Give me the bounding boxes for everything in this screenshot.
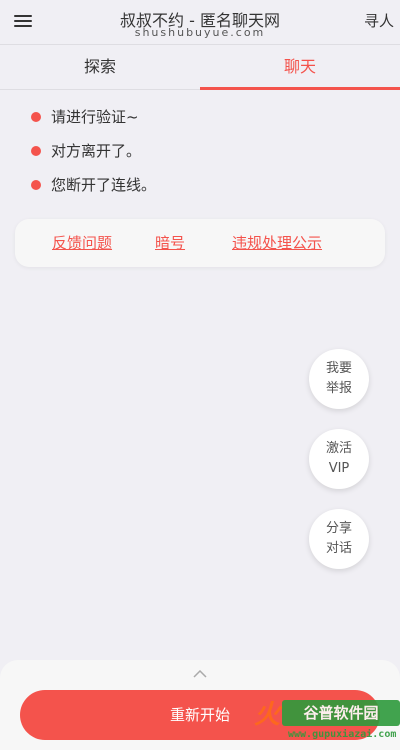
system-message-list: 请进行验证~ 对方离开了。 您断开了连线。 — [0, 100, 400, 202]
watermark-brand: 谷普软件园 — [282, 700, 400, 726]
watermark-url: www.gupuxiazai.com — [288, 729, 397, 740]
site-domain: shushubuyue.com — [134, 26, 266, 39]
system-message: 对方离开了。 — [0, 134, 400, 168]
links-card: 反馈问题 暗号 违规处理公示 — [15, 219, 385, 267]
watermark-brand-text: 谷普软件园 — [303, 704, 379, 722]
vip-button-line2: VIP — [328, 461, 350, 476]
share-button-line2: 对话 — [325, 541, 352, 556]
app-header: 叔叔不约 - 匿名聊天网 shushubuyue.com 寻人 — [0, 0, 400, 45]
secret-code-link[interactable]: 暗号 — [155, 232, 185, 253]
share-button-line1: 分享 — [325, 521, 352, 536]
bullet-dot-icon — [31, 112, 41, 122]
find-person-link[interactable]: 寻人 — [364, 10, 394, 31]
chevron-up-icon[interactable] — [193, 670, 207, 678]
activate-vip-button[interactable]: 激活 VIP — [309, 429, 369, 489]
active-tab-indicator — [200, 87, 400, 90]
watermark-logo: 火 谷普软件园 www.gupuxiazai.com — [248, 688, 400, 748]
share-chat-button[interactable]: 分享 对话 — [309, 509, 369, 569]
report-button-line2: 举报 — [325, 381, 352, 396]
system-message: 您断开了连线。 — [0, 168, 400, 202]
system-message-text: 对方离开了。 — [51, 142, 142, 160]
tab-explore[interactable]: 探索 — [0, 45, 200, 89]
violation-notice-link[interactable]: 违规处理公示 — [232, 232, 322, 253]
vip-button-line1: 激活 — [325, 441, 352, 456]
system-message: 请进行验证~ — [0, 100, 400, 134]
tab-bar: 探索 聊天 — [0, 45, 400, 90]
system-message-text: 请进行验证~ — [51, 108, 139, 126]
system-message-text: 您断开了连线。 — [51, 176, 157, 194]
bullet-dot-icon — [31, 180, 41, 190]
bullet-dot-icon — [31, 146, 41, 156]
flame-logo-icon: 火 — [254, 700, 281, 730]
report-button[interactable]: 我要 举报 — [309, 349, 369, 409]
tab-chat[interactable]: 聊天 — [200, 45, 400, 89]
report-button-line1: 我要 — [325, 361, 352, 376]
feedback-link[interactable]: 反馈问题 — [52, 232, 112, 253]
